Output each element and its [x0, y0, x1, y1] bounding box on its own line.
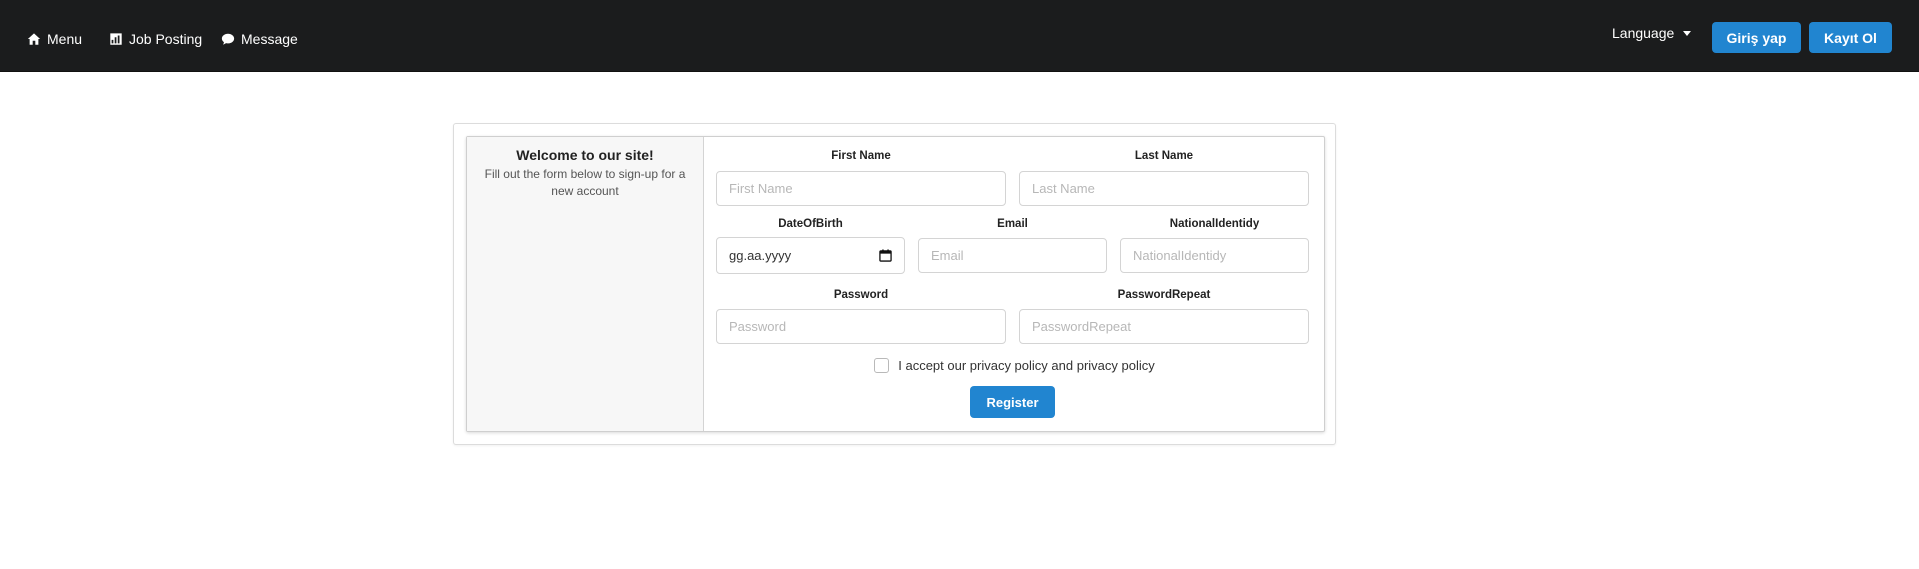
national-identity-input[interactable]: [1120, 238, 1309, 273]
email-label: Email: [997, 218, 1028, 230]
last-name-label: Last Name: [1134, 150, 1194, 162]
first-name-label: First Name: [831, 150, 891, 162]
chat-bubble-icon: [221, 32, 235, 46]
password-label: Password: [833, 289, 889, 301]
last-name-input[interactable]: [1019, 171, 1309, 206]
privacy-checkbox[interactable]: [874, 358, 890, 373]
nav-menu-item[interactable]: Menu: [27, 28, 82, 50]
date-of-birth-value: gg.aa.yyyy: [729, 248, 792, 263]
privacy-row: I accept our privacy policy and privacy …: [704, 358, 1325, 373]
register-card: Welcome to our site! Fill out the form b…: [453, 123, 1336, 445]
password-repeat-label: PasswordRepeat: [1117, 289, 1211, 301]
date-of-birth-label: DateOfBirth: [778, 218, 843, 230]
nav-job-posting-label: Job Posting: [129, 31, 203, 47]
welcome-title: Welcome to our site!: [516, 147, 654, 163]
signup-button[interactable]: Kayıt Ol: [1809, 22, 1892, 53]
nav-job-posting-item[interactable]: Job Posting: [109, 28, 202, 50]
register-submit-button[interactable]: Register: [970, 386, 1055, 418]
register-panel: Welcome to our site! Fill out the form b…: [466, 136, 1325, 432]
register-form: First Name Last Name DateOfBirth gg.aa.y…: [704, 137, 1325, 431]
welcome-subtitle: Fill out the form below to sign-up for a…: [484, 167, 686, 198]
first-name-input[interactable]: [716, 171, 1006, 206]
email-input[interactable]: [918, 238, 1107, 273]
login-button[interactable]: Giriş yap: [1712, 22, 1801, 53]
password-repeat-input[interactable]: [1019, 309, 1309, 344]
caret-down-icon: [1683, 30, 1692, 36]
privacy-label[interactable]: I accept our privacy policy and privacy …: [898, 358, 1155, 373]
nav-message-item[interactable]: Message: [221, 28, 298, 50]
language-label: Language: [1612, 25, 1675, 41]
language-dropdown[interactable]: Language: [1612, 23, 1692, 43]
welcome-panel: Welcome to our site! Fill out the form b…: [467, 137, 704, 431]
chart-icon: [109, 32, 123, 46]
nav-menu-label: Menu: [47, 31, 83, 47]
national-identity-label: NationalIdentidy: [1169, 218, 1260, 230]
top-navbar: Menu Job Posting Message Language Giriş …: [0, 0, 1919, 72]
calendar-icon[interactable]: [879, 249, 892, 262]
home-icon: [27, 32, 41, 46]
password-input[interactable]: [716, 309, 1006, 344]
date-of-birth-input[interactable]: gg.aa.yyyy: [716, 237, 905, 274]
nav-message-label: Message: [241, 31, 298, 47]
